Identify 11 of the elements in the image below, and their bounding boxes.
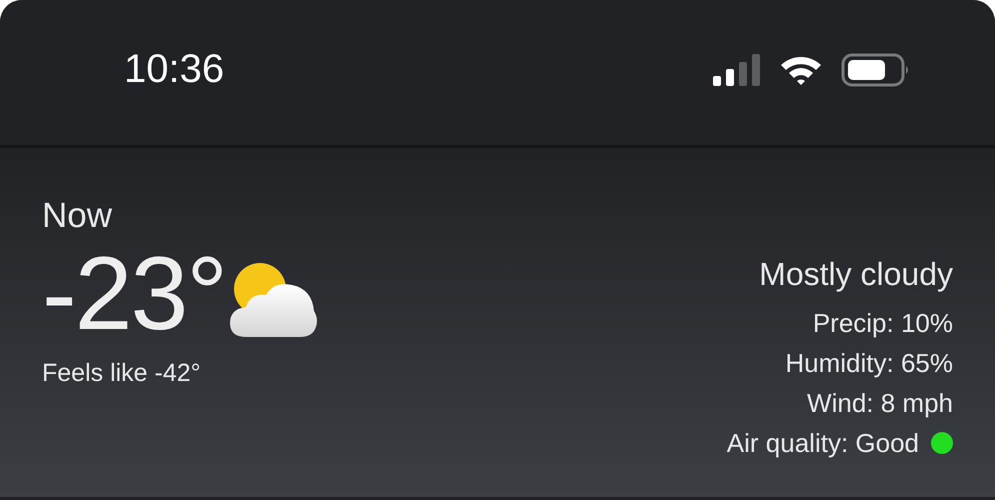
now-label: Now	[42, 196, 114, 236]
status-time: 10:36	[124, 47, 224, 92]
battery-icon	[841, 52, 911, 86]
weather-detail: Humidity: 65%	[785, 348, 953, 378]
weather-detail: Wind: 8 mph	[807, 388, 953, 418]
feels-like-text: Feels like -42°	[42, 359, 202, 388]
signal-icon	[713, 54, 761, 86]
temperature: -23°	[42, 240, 226, 350]
weather-detail: Precip: 10%	[812, 308, 953, 338]
weather-detail: Air quality: Good	[726, 428, 919, 458]
condition-text: Mostly cloudy	[759, 256, 953, 293]
